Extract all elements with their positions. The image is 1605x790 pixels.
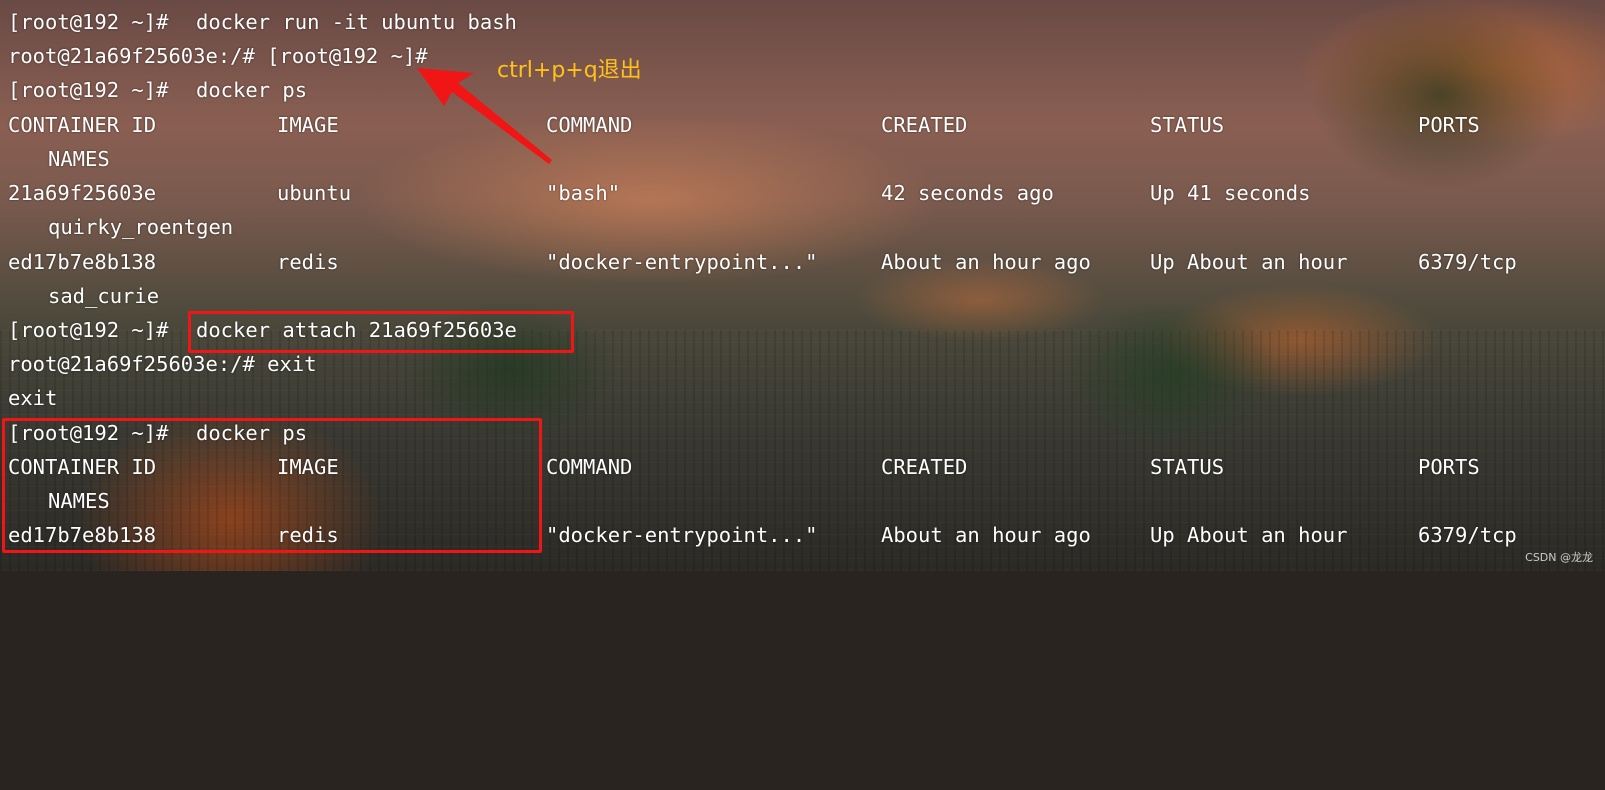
annotation-arrow-icon [417, 68, 552, 164]
annotation-label: ctrl+p+q退出 [497, 58, 642, 83]
watermark: CSDN @龙龙 [1525, 551, 1593, 564]
